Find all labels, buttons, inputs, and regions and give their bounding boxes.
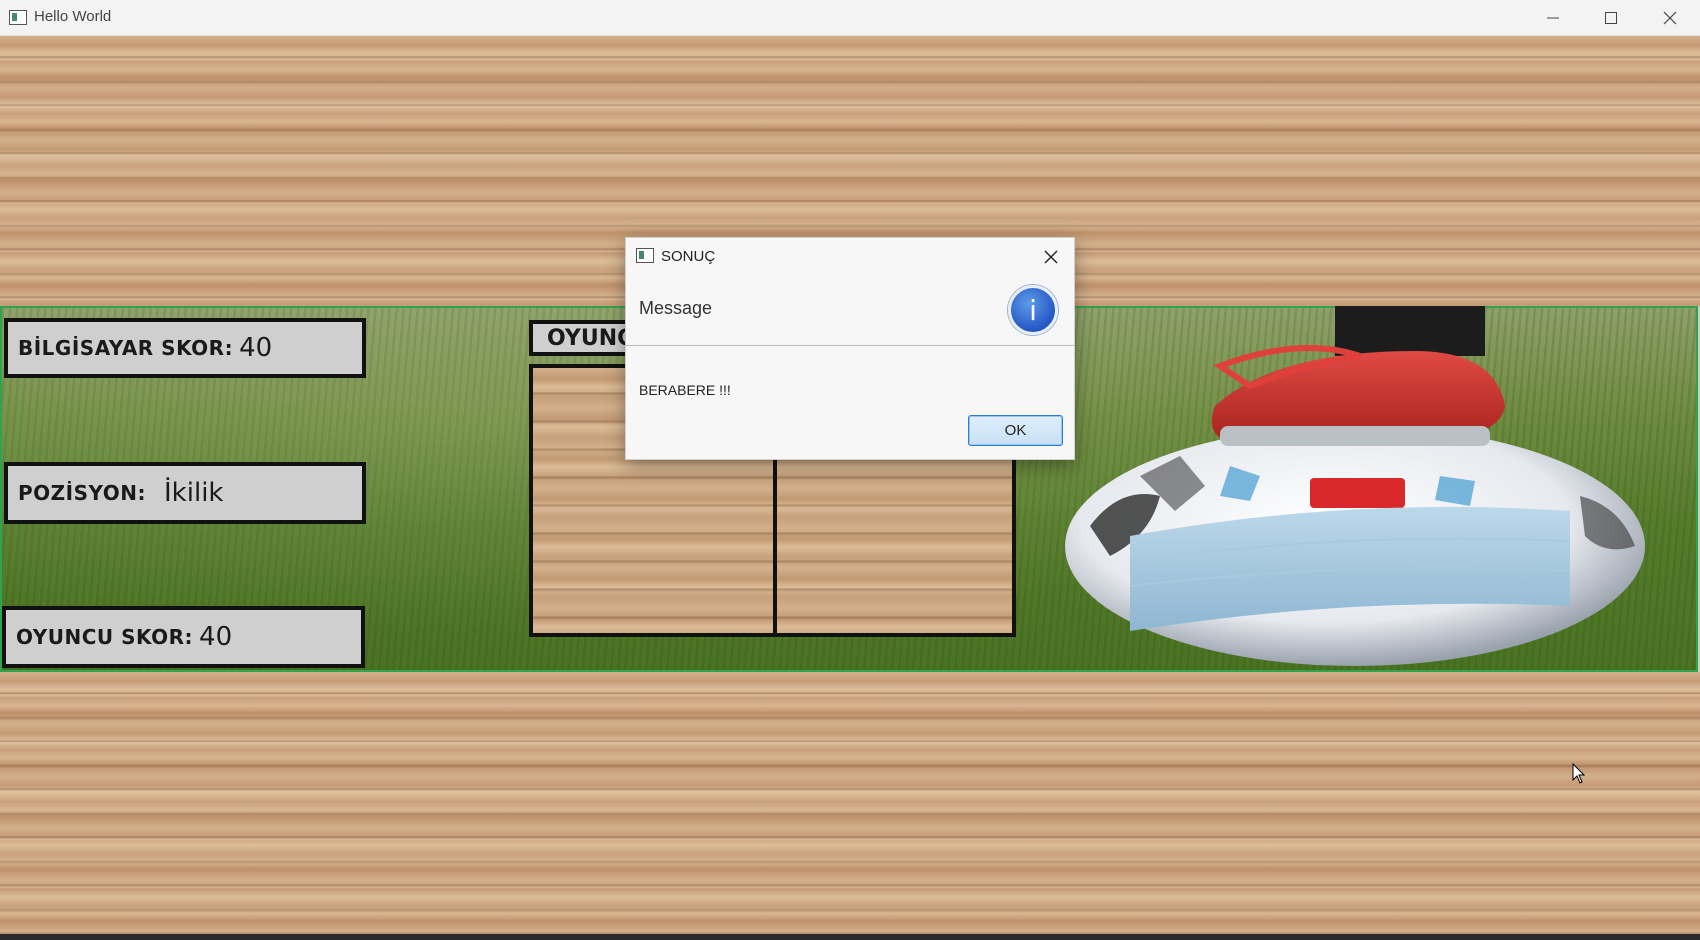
mouse-cursor-icon [1572, 763, 1586, 784]
dialog-close-button[interactable] [1039, 245, 1063, 269]
maximize-icon [1605, 12, 1617, 24]
result-dialog: SONUÇ Message i BERABERE !!! OK [625, 237, 1075, 460]
player-score-value: 40 [199, 622, 233, 652]
dialog-message: BERABERE !!! [639, 382, 731, 398]
minimize-button[interactable] [1524, 0, 1582, 36]
window-titlebar: Hello World [0, 0, 1700, 36]
close-button[interactable] [1641, 0, 1699, 36]
close-icon [1663, 11, 1677, 25]
wood-background-bottom [0, 672, 1700, 934]
bottom-strip [0, 934, 1700, 940]
computer-score-label: BİLGİSAYAR SKOR: [18, 336, 234, 360]
soccer-ball-image: BUNDESLIGA [1065, 306, 1645, 666]
ok-button[interactable]: OK [968, 415, 1063, 446]
player-score-label: OYUNCU SKOR: [16, 625, 194, 649]
computer-score-value: 40 [239, 333, 273, 363]
dialog-app-icon [636, 248, 654, 263]
info-icon: i [1008, 285, 1058, 335]
window-title: Hello World [34, 8, 112, 25]
dialog-titlebar: SONUÇ [626, 238, 1074, 274]
position-value: İkilik [164, 478, 224, 508]
app-icon [9, 10, 27, 25]
dialog-title: SONUÇ [661, 248, 716, 265]
dialog-header-text: Message [639, 298, 713, 318]
close-icon [1044, 250, 1058, 264]
maximize-button[interactable] [1582, 0, 1640, 36]
dialog-header: Message i [626, 274, 1074, 346]
computer-score-box: BİLGİSAYAR SKOR: 40 [4, 318, 366, 378]
position-label: POZİSYON: [18, 481, 147, 505]
player-score-box: OYUNCU SKOR: 40 [2, 606, 365, 668]
minimize-icon [1547, 17, 1559, 19]
position-box: POZİSYON: İkilik [4, 462, 366, 524]
